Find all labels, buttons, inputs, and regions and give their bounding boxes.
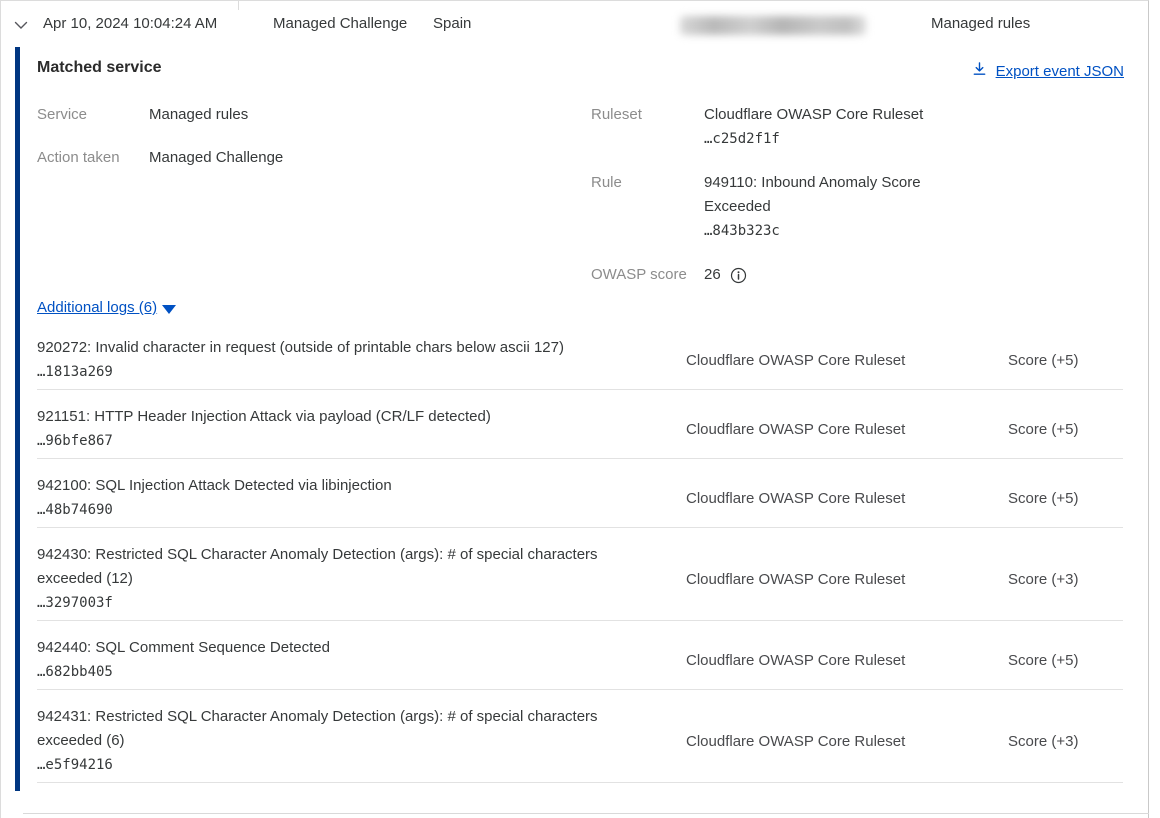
ruleset-id: …c25d2f1f — [704, 127, 954, 151]
log-score: Score (+3) — [1008, 571, 1123, 588]
action-taken-value: Managed Challenge — [149, 146, 569, 170]
owasp-score-value-block: 26 — [704, 263, 954, 287]
event-summary-row[interactable]: Apr 10, 2024 10:04:24 AM Managed Challen… — [1, 1, 1148, 47]
fields-left-column: Service Managed rules Action taken Manag… — [37, 103, 569, 170]
log-description: 942431: Restricted SQL Character Anomaly… — [37, 705, 629, 753]
rule-id: …843b323c — [704, 219, 954, 243]
log-score: Score (+5) — [1008, 421, 1123, 438]
action-taken-label: Action taken — [37, 146, 149, 170]
fields-right-column: Ruleset Cloudflare OWASP Core Ruleset …c… — [591, 103, 954, 287]
log-row: 942430: Restricted SQL Character Anomaly… — [37, 528, 1123, 621]
column-divider-tick — [238, 1, 239, 10]
fields-area: Service Managed rules Action taken Manag… — [37, 81, 1120, 287]
log-row: 942100: SQL Injection Attack Detected vi… — [37, 459, 1123, 528]
log-description: 942440: SQL Comment Sequence Detected — [37, 636, 629, 660]
ruleset-name: Cloudflare OWASP Core Ruleset — [704, 103, 954, 127]
download-icon — [972, 61, 987, 81]
event-detail-sheet: Apr 10, 2024 10:04:24 AM Managed Challen… — [0, 0, 1149, 818]
log-ruleset: Cloudflare OWASP Core Ruleset — [686, 352, 1008, 369]
export-link-label: Export event JSON — [996, 63, 1124, 80]
event-country: Spain — [433, 15, 471, 32]
log-ruleset: Cloudflare OWASP Core Ruleset — [686, 421, 1008, 438]
log-rule-id: …48b74690 — [37, 498, 686, 522]
export-event-json-link[interactable]: Export event JSON — [972, 61, 1124, 81]
service-value: Managed rules — [149, 103, 569, 127]
log-rule-id: …e5f94216 — [37, 753, 686, 777]
log-ruleset: Cloudflare OWASP Core Ruleset — [686, 571, 1008, 588]
expanded-row-accent-bar — [15, 47, 20, 791]
log-row: 920272: Invalid character in request (ou… — [37, 330, 1123, 390]
log-row: 942440: SQL Comment Sequence Detected …6… — [37, 621, 1123, 690]
panel-header: Matched service Export event JSON — [37, 59, 1120, 81]
chevron-down-icon[interactable] — [12, 16, 30, 34]
rule-label: Rule — [591, 171, 704, 243]
panel-title: Matched service — [37, 59, 162, 77]
event-service: Managed rules — [931, 15, 1030, 32]
log-score: Score (+5) — [1008, 352, 1123, 369]
log-description-cell: 942431: Restricted SQL Character Anomaly… — [37, 705, 686, 777]
log-rule-id: …1813a269 — [37, 360, 686, 384]
log-description-cell: 920272: Invalid character in request (ou… — [37, 336, 686, 384]
panel-bottom-divider — [23, 813, 1149, 814]
log-description: 920272: Invalid character in request (ou… — [37, 336, 629, 360]
service-label: Service — [37, 103, 149, 127]
log-description: 942430: Restricted SQL Character Anomaly… — [37, 543, 629, 591]
log-score: Score (+3) — [1008, 733, 1123, 750]
ruleset-label: Ruleset — [591, 103, 704, 151]
log-ruleset: Cloudflare OWASP Core Ruleset — [686, 652, 1008, 669]
info-icon[interactable] — [730, 267, 747, 284]
owasp-score-value: 26 — [704, 263, 721, 287]
redacted-hostname-blur — [680, 16, 866, 35]
log-ruleset: Cloudflare OWASP Core Ruleset — [686, 490, 1008, 507]
log-description-cell: 921151: HTTP Header Injection Attack via… — [37, 405, 686, 453]
log-description: 921151: HTTP Header Injection Attack via… — [37, 405, 629, 429]
log-rule-id: …3297003f — [37, 591, 686, 615]
additional-logs-toggle[interactable]: Additional logs (6) — [37, 299, 176, 316]
log-score: Score (+5) — [1008, 652, 1123, 669]
log-row: 942431: Restricted SQL Character Anomaly… — [37, 690, 1123, 783]
event-timestamp: Apr 10, 2024 10:04:24 AM — [43, 15, 217, 32]
ruleset-value-block: Cloudflare OWASP Core Ruleset …c25d2f1f — [704, 103, 954, 151]
log-row: 921151: HTTP Header Injection Attack via… — [37, 390, 1123, 459]
log-rule-id: …96bfe867 — [37, 429, 686, 453]
matched-service-panel: Matched service Export event JSON Servic… — [1, 47, 1148, 813]
log-description-cell: 942100: SQL Injection Attack Detected vi… — [37, 474, 686, 522]
triangle-down-icon — [162, 305, 176, 314]
log-rule-id: …682bb405 — [37, 660, 686, 684]
additional-logs-table: 920272: Invalid character in request (ou… — [37, 330, 1123, 783]
log-description-cell: 942440: SQL Comment Sequence Detected …6… — [37, 636, 686, 684]
additional-logs-label: Additional logs (6) — [37, 299, 157, 316]
event-action: Managed Challenge — [273, 15, 407, 32]
owasp-score-label: OWASP score — [591, 263, 704, 287]
rule-value-block: 949110: Inbound Anomaly Score Exceeded …… — [704, 171, 954, 243]
log-description: 942100: SQL Injection Attack Detected vi… — [37, 474, 629, 498]
log-ruleset: Cloudflare OWASP Core Ruleset — [686, 733, 1008, 750]
log-score: Score (+5) — [1008, 490, 1123, 507]
rule-name: 949110: Inbound Anomaly Score Exceeded — [704, 171, 954, 219]
log-description-cell: 942430: Restricted SQL Character Anomaly… — [37, 543, 686, 615]
